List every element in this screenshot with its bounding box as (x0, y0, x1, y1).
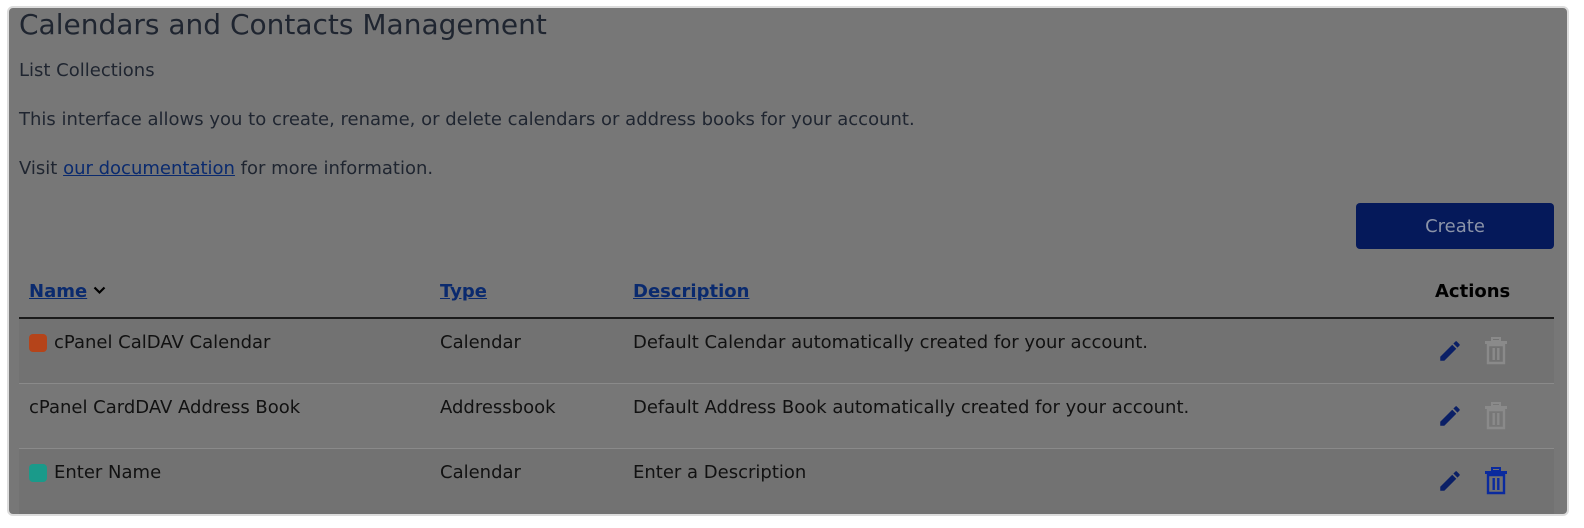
page-subtitle: List Collections (19, 60, 155, 81)
calendar-color-swatch (29, 463, 47, 482)
pencil-icon[interactable] (1437, 468, 1463, 494)
column-header-type[interactable]: Type (440, 281, 487, 302)
chevron-down-icon (93, 283, 106, 299)
visit-suffix: for more information. (234, 158, 434, 179)
trash-icon (1481, 401, 1511, 431)
pencil-icon[interactable] (1437, 338, 1463, 364)
create-button[interactable]: Create (1356, 203, 1554, 249)
column-header-name-label[interactable]: Name (29, 281, 87, 302)
column-header-actions: Actions (1435, 281, 1511, 302)
row-name-label: Enter Name (54, 462, 162, 483)
row-description: Default Address Book automatically creat… (633, 397, 1190, 418)
trash-icon (1481, 336, 1511, 366)
column-header-description[interactable]: Description (633, 281, 749, 302)
row-name: cPanel CardDAV Address Book (29, 397, 300, 418)
row-type: Calendar (440, 462, 521, 483)
calendar-color-swatch (29, 333, 47, 352)
pencil-icon[interactable] (1437, 403, 1463, 429)
column-header-name[interactable]: Name (29, 281, 106, 302)
documentation-note: Visit our documentation for more informa… (19, 158, 433, 179)
calendars-contacts-panel: Calendars and Contacts Management List C… (7, 6, 1569, 516)
row-name-label: cPanel CardDAV Address Book (29, 397, 301, 418)
row-name-label: cPanel CalDAV Calendar (54, 332, 271, 353)
intro-text: This interface allows you to create, ren… (19, 109, 915, 130)
row-description: Enter a Description (633, 462, 807, 483)
row-name: Enter Name (29, 462, 161, 483)
row-description: Default Calendar automatically created f… (633, 332, 1148, 353)
visit-prefix: Visit (19, 158, 64, 179)
trash-icon[interactable] (1481, 466, 1511, 496)
table-row: cPanel CardDAV Address Book Addressbook … (19, 384, 1554, 449)
row-type: Addressbook (440, 397, 556, 418)
page-title: Calendars and Contacts Management (19, 8, 547, 41)
table-row: cPanel CalDAV Calendar Calendar Default … (19, 319, 1554, 384)
row-name: cPanel CalDAV Calendar (29, 332, 270, 353)
table-row: Enter Name Calendar Enter a Description (19, 449, 1554, 514)
documentation-link[interactable]: our documentation (63, 158, 235, 179)
row-type: Calendar (440, 332, 521, 353)
